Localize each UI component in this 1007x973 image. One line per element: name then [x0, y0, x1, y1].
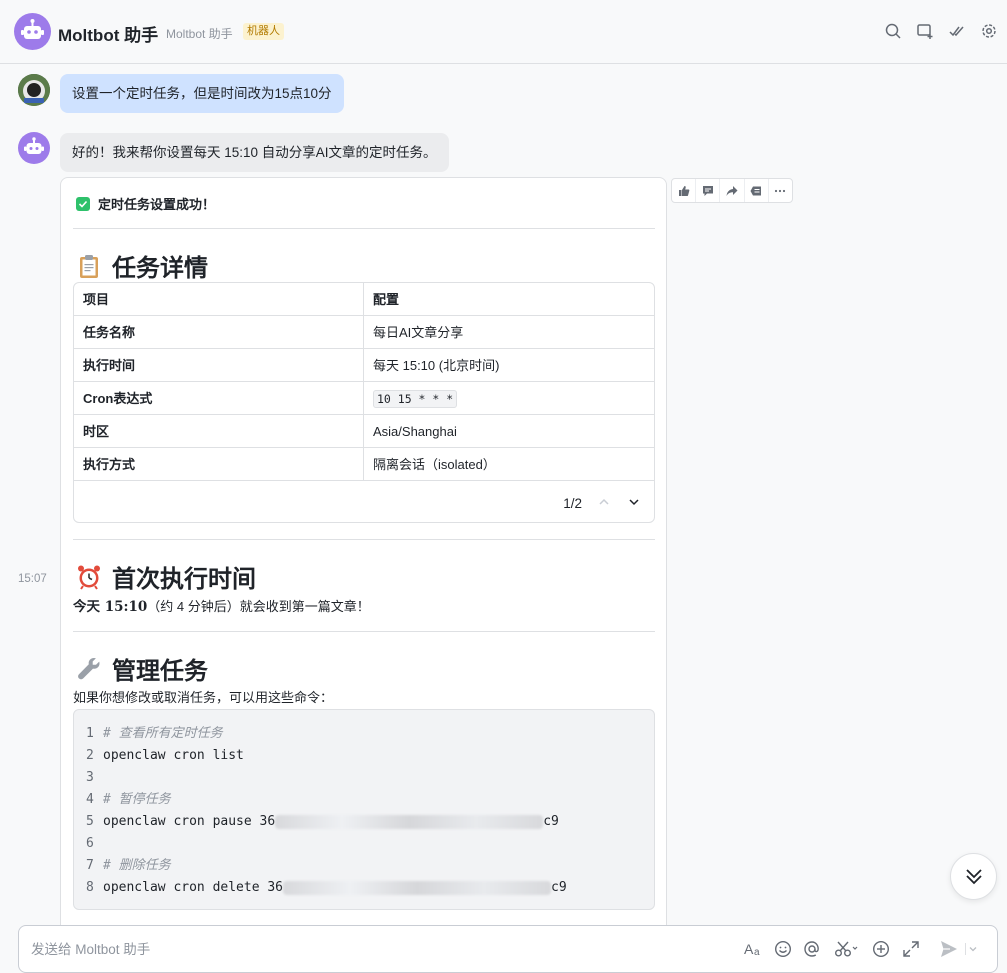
- code-line: 7 # 删除任务: [86, 858, 171, 873]
- table-header-cell: 配置: [373, 292, 400, 307]
- code-line: 4 # 暂停任务: [86, 792, 171, 807]
- success-line: 定时任务设置成功！: [76, 194, 215, 213]
- table-row: 执行方式 隔离会话（isolated）: [74, 448, 654, 481]
- first-run-heading: 首次执行时间: [76, 559, 256, 594]
- alarm-clock-icon: [76, 564, 102, 590]
- code-line: 8 openclaw cron delete 36 c9: [86, 880, 567, 895]
- table-cell: 每日AI文章分享: [373, 325, 464, 340]
- check-icon: [76, 196, 90, 211]
- table-cell: 隔离会话（isolated）: [373, 457, 496, 472]
- table-cell: 任务名称: [83, 325, 136, 340]
- manage-description: 如果你想修改或取消任务，可以用这些命令：: [73, 690, 334, 705]
- expand-icon[interactable]: [901, 939, 921, 959]
- table-cell: 时区: [83, 424, 110, 439]
- chevron-up-icon[interactable]: [598, 496, 610, 511]
- table-cell: 执行方式: [83, 457, 136, 472]
- table-header-row: 项目 配置: [74, 283, 654, 316]
- bot-message-avatar[interactable]: [18, 132, 50, 164]
- chat-title[interactable]: Moltbot 助手: [58, 21, 158, 46]
- success-text: 定时任务设置成功！: [98, 197, 216, 212]
- bot-avatar[interactable]: [14, 13, 51, 50]
- forward-icon[interactable]: [720, 179, 745, 202]
- details-table: 项目 配置 任务名称 每日AI文章分享 执行时间 每天 15:10 (北京时间)…: [73, 282, 655, 523]
- table-cell: Asia/Shanghai: [373, 424, 457, 439]
- chat-subtitle: Moltbot 助手: [166, 27, 233, 41]
- chevron-down-icon[interactable]: [628, 496, 640, 511]
- divider: [73, 539, 655, 540]
- message-timestamp: 15:07: [18, 573, 47, 585]
- scroll-to-bottom-button[interactable]: [950, 853, 997, 900]
- wrench-icon: [76, 656, 102, 682]
- redacted-id: [283, 880, 552, 895]
- gear-icon[interactable]: [980, 22, 998, 40]
- code-line: 6: [86, 836, 94, 851]
- bot-message[interactable]: 好的！我来帮你设置每天 15:10 自动分享AI文章的定时任务。: [60, 133, 449, 172]
- quote-reply-icon[interactable]: [745, 179, 769, 202]
- search-icon[interactable]: [884, 22, 902, 40]
- send-options-chevron-icon[interactable]: [965, 939, 979, 959]
- table-cell: 每天 15:10 (北京时间): [373, 358, 500, 373]
- first-run-text: 今天 15:10（约 4 分钟后）就会收到第一篇文章！: [73, 595, 370, 615]
- thumbs-up-icon[interactable]: [672, 179, 697, 202]
- mention-icon[interactable]: [802, 939, 822, 959]
- text-format-icon[interactable]: Aa: [743, 939, 763, 959]
- message-composer: Aa: [18, 925, 998, 973]
- add-to-chat-icon[interactable]: [916, 22, 934, 40]
- manage-heading: 管理任务: [76, 651, 208, 686]
- send-icon[interactable]: [939, 939, 959, 959]
- chat-header: Moltbot 助手 Moltbot 助手 机器人: [0, 0, 1007, 64]
- table-cell: Cron表达式: [83, 391, 153, 406]
- double-chevron-down-icon: [965, 868, 982, 884]
- divider: [73, 228, 655, 229]
- page-indicator: 1/2: [563, 496, 582, 511]
- redacted-id: [275, 814, 544, 829]
- divider: [73, 631, 655, 632]
- manage-title: 管理任务: [112, 658, 208, 685]
- table-row: 时区 Asia/Shanghai: [74, 415, 654, 448]
- code-line: 1 # 查看所有定时任务: [86, 726, 223, 741]
- table-header-cell: 项目: [83, 292, 110, 307]
- table-row: Cron表达式 10 15 * * *: [74, 382, 654, 415]
- details-title: 任务详情: [112, 255, 208, 282]
- message-actions: [671, 178, 793, 203]
- table-cell: 执行时间: [83, 358, 136, 373]
- task-card: 定时任务设置成功！ 任务详情 项目 配置 任务名称 每日AI文章分享 执行时间 …: [60, 177, 667, 937]
- code-line: 5 openclaw cron pause 36 c9: [86, 814, 559, 829]
- bot-badge: 机器人: [243, 23, 284, 40]
- cron-expression[interactable]: 10 15 * * *: [373, 390, 458, 408]
- message-input[interactable]: [31, 938, 631, 960]
- clipboard-icon: [76, 253, 102, 279]
- table-row: 执行时间 每天 15:10 (北京时间): [74, 349, 654, 382]
- first-run-title: 首次执行时间: [112, 566, 256, 593]
- details-heading: 任务详情: [76, 248, 208, 283]
- table-cell-code: 10 15 * * *: [373, 382, 458, 416]
- svg-text:A: A: [744, 941, 754, 957]
- screenshot-scissors-icon[interactable]: [834, 939, 860, 959]
- code-line: 3: [86, 770, 94, 785]
- table-pager: 1/2: [563, 496, 640, 511]
- double-check-icon[interactable]: [948, 22, 966, 40]
- emoji-icon[interactable]: [773, 939, 793, 959]
- svg-text:a: a: [754, 947, 760, 958]
- comment-icon[interactable]: [696, 179, 721, 202]
- more-icon[interactable]: [769, 179, 792, 202]
- code-line: 2 openclaw cron list: [86, 748, 244, 763]
- user-message[interactable]: 设置一个定时任务，但是时间改为15点10分: [60, 74, 344, 113]
- plus-circle-icon[interactable]: [871, 939, 891, 959]
- first-run-note: （约 4 分钟后）就会收到第一篇文章！: [147, 599, 370, 614]
- first-run-time: 今天 15:10: [73, 599, 148, 615]
- table-row: 任务名称 每日AI文章分享: [74, 316, 654, 349]
- robot-icon: [24, 137, 44, 154]
- user-avatar[interactable]: [18, 74, 50, 106]
- robot-icon: [21, 19, 44, 39]
- code-block[interactable]: 1 # 查看所有定时任务 2 openclaw cron list 3 4 # 暂停任…: [73, 709, 655, 910]
